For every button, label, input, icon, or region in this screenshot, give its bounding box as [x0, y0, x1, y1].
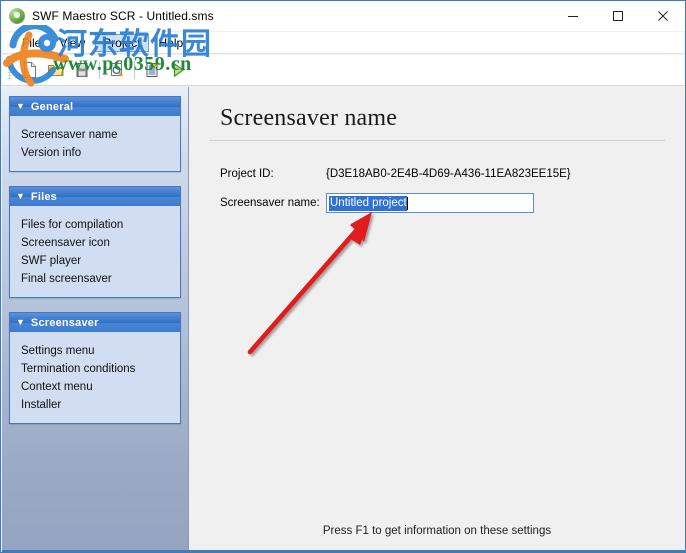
- screensaver-name-input[interactable]: Untitled project: [326, 193, 534, 213]
- app-globe-icon: [9, 8, 25, 24]
- sidebar-group-files-body: Files for compilation Screensaver icon S…: [10, 206, 180, 297]
- sidebar-item-screensaver-icon[interactable]: Screensaver icon: [10, 234, 180, 252]
- project-id-value: {D3E18AB0-2E4B-4D69-A436-11EA823EE15E}: [326, 168, 571, 180]
- help-hint-text: Press F1 to get information on these set…: [322, 525, 552, 537]
- project-id-row: Project ID: {D3E18AB0-2E4B-4D69-A436-11E…: [220, 168, 571, 180]
- collapse-caret-icon: ▼: [16, 101, 25, 111]
- sidebar-group-screensaver-title: Screensaver: [30, 316, 99, 329]
- text-caret: [406, 196, 408, 210]
- close-icon: [657, 11, 668, 21]
- collapse-caret-icon: ▼: [16, 317, 25, 327]
- toolbar: [2, 55, 684, 86]
- menu-item-project[interactable]: Project: [95, 33, 149, 52]
- sidebar-group-files: ▼ Files Files for compilation Screensave…: [9, 186, 181, 298]
- status-bar: [2, 550, 685, 552]
- screensaver-name-row: Screensaver name: Untitled project: [220, 193, 534, 213]
- toolbar-drag-handle[interactable]: [8, 59, 12, 81]
- toolbar-separator-1: [99, 61, 100, 79]
- content-pane: Screensaver name Project ID: {D3E18AB0-2…: [189, 87, 685, 552]
- run-button[interactable]: [165, 57, 191, 83]
- application-window: SWF Maestro SCR - Untitled.sms File View…: [0, 0, 686, 553]
- menu-bar: File View Project Help: [2, 32, 684, 54]
- sidebar-group-general-header[interactable]: ▼ General: [10, 97, 180, 116]
- title-divider: [209, 140, 665, 141]
- sidebar-group-screensaver-body: Settings menu Termination conditions Con…: [10, 332, 180, 423]
- preview-magnifier-icon: [111, 63, 123, 77]
- sidebar-group-general-title: General: [30, 100, 74, 113]
- window-controls: [550, 1, 685, 31]
- preview-button[interactable]: [104, 57, 130, 83]
- maximize-icon: [612, 11, 623, 21]
- new-file-icon: [24, 62, 36, 78]
- menu-item-file[interactable]: File: [14, 34, 49, 52]
- toolbar-separator-2: [134, 61, 135, 79]
- open-file-button[interactable]: [43, 57, 69, 83]
- sidebar: ▼ General Screensaver name Version info …: [2, 87, 189, 552]
- menu-item-view[interactable]: View: [51, 34, 93, 52]
- save-disk-icon: [76, 63, 88, 77]
- sidebar-group-files-header[interactable]: ▼ Files: [10, 187, 180, 206]
- maximize-button[interactable]: [595, 1, 640, 31]
- sidebar-item-termination-conditions[interactable]: Termination conditions: [10, 360, 180, 378]
- minimize-button[interactable]: [550, 1, 595, 31]
- sidebar-group-general: ▼ General Screensaver name Version info: [9, 96, 181, 172]
- new-file-button[interactable]: [17, 57, 43, 83]
- sidebar-item-context-menu[interactable]: Context menu: [10, 378, 180, 396]
- open-folder-icon: [47, 65, 64, 76]
- compile-button[interactable]: [139, 57, 165, 83]
- sidebar-item-files-for-compilation[interactable]: Files for compilation: [10, 216, 180, 234]
- sidebar-group-screensaver-header[interactable]: ▼ Screensaver: [10, 313, 180, 332]
- run-play-icon: [173, 62, 185, 78]
- sidebar-item-swf-player[interactable]: SWF player: [10, 252, 180, 270]
- sidebar-item-settings-menu[interactable]: Settings menu: [10, 342, 180, 360]
- screensaver-name-label: Screensaver name:: [220, 197, 320, 209]
- sidebar-group-general-body: Screensaver name Version info: [10, 116, 180, 171]
- sidebar-item-version-info[interactable]: Version info: [10, 144, 180, 162]
- collapse-caret-icon: ▼: [16, 191, 25, 201]
- menu-item-help[interactable]: Help: [151, 34, 192, 52]
- sidebar-group-files-title: Files: [30, 190, 57, 203]
- minimize-icon: [567, 16, 578, 17]
- close-button[interactable]: [640, 1, 685, 31]
- save-file-button[interactable]: [69, 57, 95, 83]
- compile-list-icon: [146, 63, 158, 77]
- window-title: SWF Maestro SCR - Untitled.sms: [32, 9, 214, 23]
- page-title: Screensaver name: [220, 105, 398, 131]
- sidebar-group-screensaver: ▼ Screensaver Settings menu Termination …: [9, 312, 181, 424]
- project-id-label: Project ID:: [220, 168, 274, 180]
- screensaver-name-input-value: Untitled project: [329, 195, 407, 211]
- sidebar-item-installer[interactable]: Installer: [10, 396, 180, 414]
- sidebar-item-screensaver-name[interactable]: Screensaver name: [10, 126, 180, 144]
- sidebar-item-final-screensaver[interactable]: Final screensaver: [10, 270, 180, 288]
- title-bar: SWF Maestro SCR - Untitled.sms: [1, 1, 685, 31]
